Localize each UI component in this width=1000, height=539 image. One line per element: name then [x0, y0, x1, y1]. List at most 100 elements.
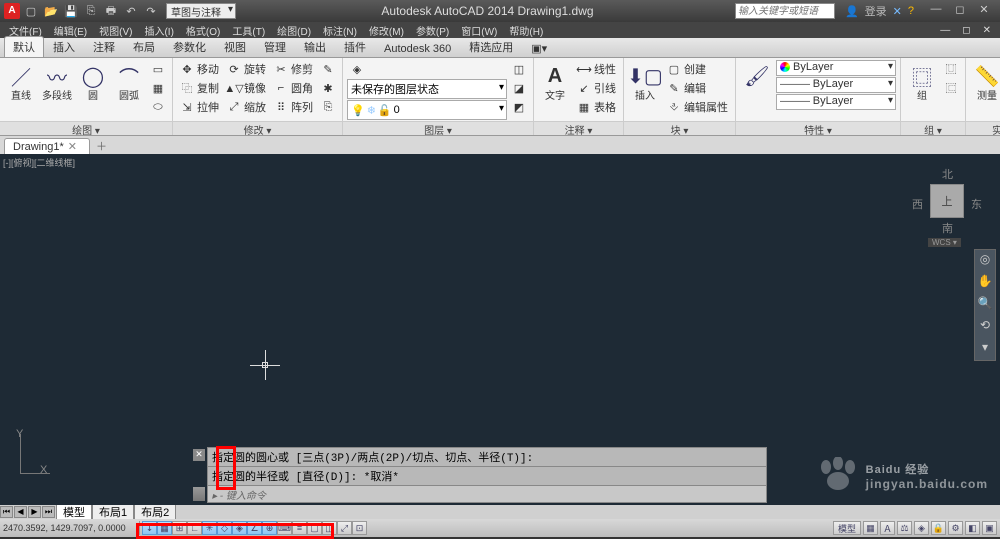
layout-next-icon[interactable]: ▶: [28, 506, 41, 518]
status-toggle-grd[interactable]: ⊞: [172, 521, 187, 535]
line-button[interactable]: ／直线: [4, 60, 38, 102]
erase-button[interactable]: ✎: [318, 60, 338, 78]
status-workspace-icon[interactable]: ◈: [914, 521, 929, 535]
login-icon[interactable]: 👤: [845, 5, 859, 18]
panel-block-label[interactable]: 块 ▾: [624, 121, 735, 135]
nav-zoom-icon[interactable]: 🔍: [976, 296, 994, 314]
tab-insert[interactable]: 插入: [44, 36, 84, 57]
status-toggle-trn[interactable]: ▢: [307, 521, 322, 535]
tab-output[interactable]: 输出: [295, 36, 335, 57]
minimize-icon[interactable]: —: [924, 3, 948, 19]
explode-button[interactable]: ✱: [318, 79, 338, 97]
layer-current-combo[interactable]: 💡❄🔓0: [347, 100, 507, 120]
status-lock-icon[interactable]: 🔒: [931, 521, 946, 535]
offset-button[interactable]: ⎘: [318, 98, 338, 116]
mirror-button[interactable]: ▲▽镜像: [224, 79, 269, 97]
tab-manage[interactable]: 管理: [255, 36, 295, 57]
create-block-button[interactable]: ▢创建: [664, 60, 731, 78]
cmd-close-icon[interactable]: ✕: [193, 449, 205, 461]
status-toggle-pol[interactable]: ✳: [202, 521, 217, 535]
group-button[interactable]: ⿴组: [905, 60, 939, 102]
groupedit-button[interactable]: ⿷: [941, 79, 961, 97]
tab-layout[interactable]: 布局: [124, 36, 164, 57]
tab-a360[interactable]: Autodesk 360: [375, 40, 460, 57]
cmd-grip-icon[interactable]: [193, 487, 205, 501]
panel-draw-label[interactable]: 绘图 ▾: [0, 121, 172, 135]
ungroup-button[interactable]: ⿶: [941, 60, 961, 78]
status-toggle-inf[interactable]: ↧: [142, 521, 157, 535]
panel-layer-label[interactable]: 图层 ▾: [343, 121, 533, 135]
arc-button[interactable]: ⌒圆弧: [112, 60, 146, 102]
status-toggle-snp[interactable]: ▦: [157, 521, 172, 535]
drawing-canvas[interactable]: [-][俯视][二维线框] YX 北 南 东 西 上 WCS ▾ ◎ ✋ 🔍 ⟲…: [0, 154, 1000, 505]
status-toggle-sc[interactable]: ⤢: [337, 521, 352, 535]
lineweight-combo[interactable]: ——— ByLayer: [776, 77, 896, 93]
insert-button[interactable]: ⬇▢插入: [628, 60, 662, 102]
stretch-button[interactable]: ⇲拉伸: [177, 98, 222, 116]
status-toggle-ort[interactable]: ∟: [187, 521, 202, 535]
leader-button[interactable]: ↙引线: [574, 79, 619, 97]
tab-plugins[interactable]: 插件: [335, 36, 375, 57]
ellipse-button[interactable]: ⬭: [148, 98, 168, 116]
viewcube-east[interactable]: 东: [971, 196, 982, 212]
tab-annotate[interactable]: 注释: [84, 36, 124, 57]
panel-util-label[interactable]: 实用工具 ▾: [966, 121, 1000, 135]
qat-print-icon[interactable]: 🖶: [102, 2, 120, 20]
status-toggle-osn[interactable]: ◇: [217, 521, 232, 535]
nav-pan-icon[interactable]: ✋: [976, 274, 994, 292]
nav-wheel-icon[interactable]: ◎: [976, 252, 994, 270]
layer-match-button[interactable]: ◩: [509, 98, 529, 116]
tab-expand-icon[interactable]: ▣▾: [522, 39, 556, 57]
status-coords[interactable]: 2470.3592, 1429.7097, 0.0000: [3, 523, 133, 533]
move-button[interactable]: ✥移动: [177, 60, 222, 78]
status-toggle-am[interactable]: ⊡: [352, 521, 367, 535]
text-button[interactable]: A文字: [538, 60, 572, 102]
command-input[interactable]: ▸ - 键入命令: [207, 485, 767, 503]
polyline-button[interactable]: 〰多段线: [40, 60, 74, 102]
status-toggle-duc[interactable]: ⊕: [262, 521, 277, 535]
layer-state-combo[interactable]: 未保存的图层状态: [347, 79, 507, 99]
maximize-icon[interactable]: ◻: [948, 3, 972, 19]
tab-default[interactable]: 默认: [4, 36, 44, 57]
trim-button[interactable]: ✂修剪: [271, 60, 316, 78]
edit-block-button[interactable]: ✎编辑: [664, 79, 731, 97]
color-combo[interactable]: ByLayer: [776, 60, 896, 76]
qat-new-icon[interactable]: ▢: [22, 2, 40, 20]
layer-off-button[interactable]: ◪: [509, 79, 529, 97]
table-button[interactable]: ▦表格: [574, 98, 619, 116]
linetype-combo[interactable]: ——— ByLayer: [776, 94, 896, 110]
document-tab[interactable]: Drawing1*✕: [4, 138, 90, 154]
doc-close-icon[interactable]: ✕: [68, 140, 77, 153]
app-logo[interactable]: A: [4, 3, 20, 19]
status-grid-icon[interactable]: ▦: [863, 521, 878, 535]
hatch-button[interactable]: ▦: [148, 79, 168, 97]
viewcube-south[interactable]: 南: [942, 220, 953, 236]
fillet-button[interactable]: ⌐圆角: [271, 79, 316, 97]
layout-first-icon[interactable]: ⏮: [0, 506, 13, 518]
doc-close-icon[interactable]: ✕: [978, 25, 996, 36]
rotate-button[interactable]: ⟳旋转: [224, 60, 269, 78]
viewcube[interactable]: 北 南 东 西 上 WCS ▾: [912, 166, 982, 236]
help-icon[interactable]: ?: [908, 5, 914, 17]
doc-max-icon[interactable]: ◻: [957, 25, 975, 36]
panel-annotate-label[interactable]: 注释 ▾: [534, 121, 623, 135]
nav-orbit-icon[interactable]: ⟲: [976, 318, 994, 336]
qat-saveas-icon[interactable]: ⎘: [82, 2, 100, 20]
panel-group-label[interactable]: 组 ▾: [901, 121, 965, 135]
circle-button[interactable]: ◯圆: [76, 60, 110, 102]
viewport-label[interactable]: [-][俯视][二维线框]: [3, 156, 75, 169]
copy-button[interactable]: ⿻复制: [177, 79, 222, 97]
status-toggle-trk[interactable]: ∠: [247, 521, 262, 535]
tab-apps[interactable]: 精选应用: [460, 36, 522, 57]
layout-prev-icon[interactable]: ◀: [14, 506, 27, 518]
close-icon[interactable]: ✕: [972, 3, 996, 19]
dim-button[interactable]: ⟷线性: [574, 60, 619, 78]
measure-button[interactable]: 📏测量: [970, 60, 1000, 102]
panel-modify-label[interactable]: 修改 ▾: [173, 121, 342, 135]
status-iso-icon[interactable]: ◧: [965, 521, 980, 535]
tab-view[interactable]: 视图: [215, 36, 255, 57]
status-ann-icon[interactable]: Ａ: [880, 521, 895, 535]
array-button[interactable]: ⠿阵列: [271, 98, 316, 116]
login-link[interactable]: 登录: [865, 3, 887, 19]
layer-iso-button[interactable]: ◫: [509, 60, 529, 78]
